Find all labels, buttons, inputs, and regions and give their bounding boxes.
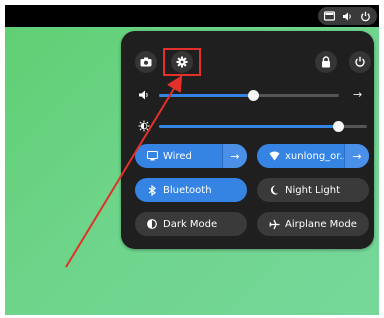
desktop: → Wired → xunlong_or... → Bluetooth Nigh… xyxy=(5,5,379,315)
annotation-arrow xyxy=(65,75,183,268)
